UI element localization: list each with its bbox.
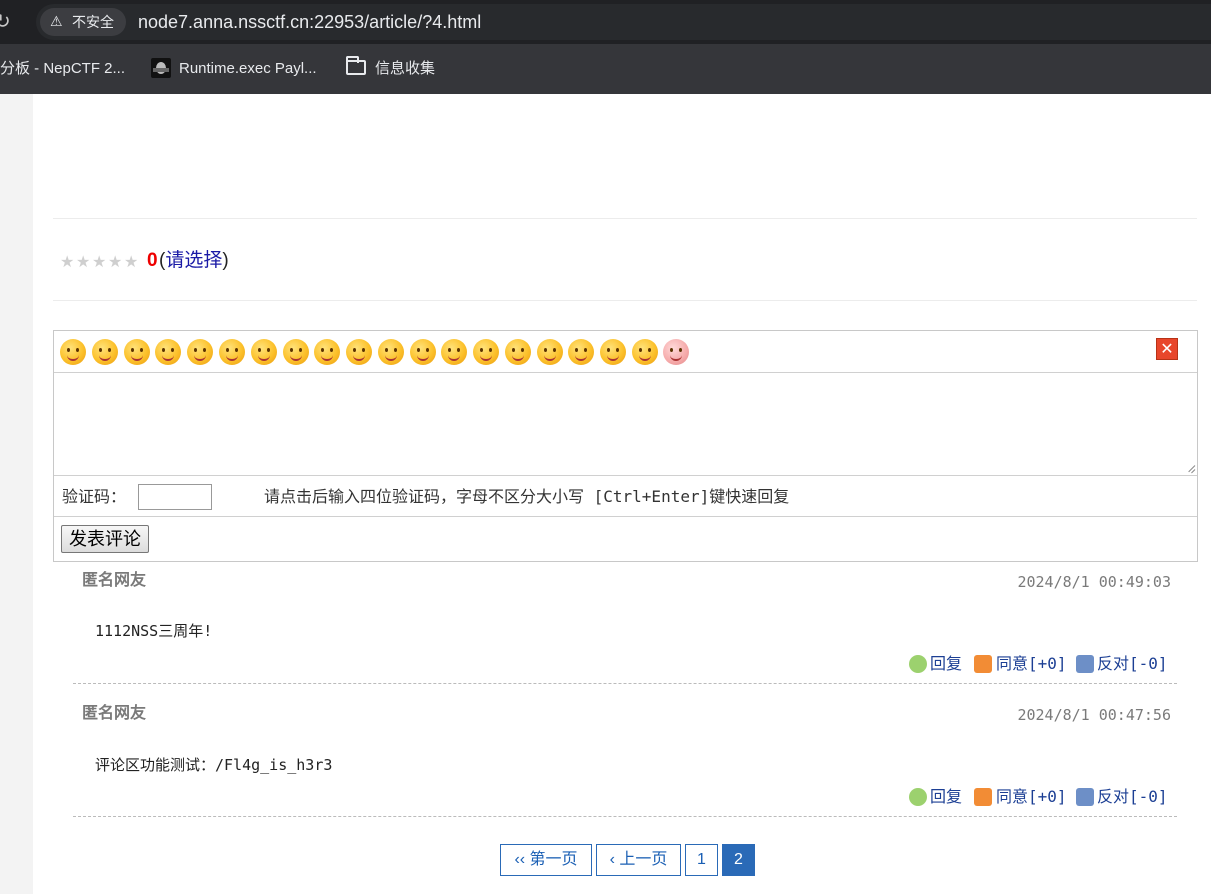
prev-page-button[interactable]: ‹ 上一页 [596,844,681,876]
comment-divider [73,816,1177,817]
bookmarks-bar: 分板 - NepCTF 2... Runtime.exec Payl... 信息… [0,44,1211,94]
reply-link[interactable]: 回复 [930,653,962,675]
emoji-smile-icon[interactable] [283,339,309,365]
emoji-shy-icon[interactable] [219,339,245,365]
reply-link[interactable]: 回复 [930,786,962,808]
emoji-angry-icon[interactable] [568,339,594,365]
comment-author: 匿名网友 [82,572,147,589]
rating-select: (请选择) [159,250,229,271]
star-icon[interactable]: ★ [92,254,108,270]
oppose-link[interactable]: 反对[-0] [1097,786,1168,808]
comment-textarea[interactable] [54,374,1197,476]
reply-icon[interactable] [909,788,927,806]
bookmark-folder-info[interactable]: 信息收集 [375,58,435,80]
resize-grip-icon[interactable] [1184,463,1194,473]
star-icon[interactable]: ★ [76,254,92,270]
bookmark-nepctf[interactable]: 分板 - NepCTF 2... [0,58,125,80]
emoji-confused-icon[interactable] [473,339,499,365]
captcha-input[interactable] [138,484,212,510]
captcha-hint: 请点击后输入四位验证码，字母不区分大小写 [Ctrl+Enter]键快速回复 [264,487,790,506]
emoji-shock-icon[interactable] [378,339,404,365]
star-icon[interactable]: ★ [108,254,124,270]
emoji-toolbar: ✕ [54,331,1197,373]
captcha-label: 验证码： [62,487,127,506]
comment-author: 匿名网友 [82,705,147,722]
emoji-hands-icon[interactable] [632,339,658,365]
bookmark-runtime-exec[interactable]: Runtime.exec Payl... [179,58,317,80]
comment-divider [73,683,1177,684]
oppose-link[interactable]: 反对[-0] [1097,653,1168,675]
emoji-cry-icon[interactable] [537,339,563,365]
comment-body: 1112NSS三周年! [95,622,213,640]
security-label: 不安全 [72,14,114,30]
emoji-surprised-icon[interactable] [410,339,436,365]
emoji-tongue-icon[interactable] [187,339,213,365]
thumbs-down-icon[interactable] [1076,788,1094,806]
thumbs-up-icon[interactable] [974,788,992,806]
emoji-grin-icon[interactable] [60,339,86,365]
emoji-mad-icon[interactable] [600,339,626,365]
comment-form: ✕ 验证码： 请点击后输入四位验证码，字母不区分大小写 [Ctrl+Enter]… [53,330,1198,562]
comment-actions: 回复 同意[+0] 反对[-0] [909,653,1169,675]
emoji-cool-icon[interactable] [314,339,340,365]
agree-link[interactable]: 同意[+0] [996,786,1067,808]
captcha-row: 验证码： 请点击后输入四位验证码，字母不区分大小写 [Ctrl+Enter]键快… [54,477,1197,517]
comment-actions: 回复 同意[+0] 反对[-0] [909,786,1169,808]
emoji-laugh-icon[interactable] [155,339,181,365]
thumbs-up-icon[interactable] [974,655,992,673]
star-icon[interactable]: ★ [60,254,76,270]
agree-link[interactable]: 同意[+0] [996,653,1067,675]
close-icon[interactable]: ✕ [1156,338,1178,360]
emoji-think-icon[interactable] [346,339,372,365]
divider [53,300,1197,301]
emoji-sweat-icon[interactable] [505,339,531,365]
page-1-button[interactable]: 1 [685,844,718,876]
comment-body: 评论区功能测试：/Fl4g_is_h3r3 [95,756,333,774]
comment-time: 2024/8/1 00:47:56 [1017,706,1171,724]
emoji-dizzy-icon[interactable] [441,339,467,365]
security-chip[interactable]: ⚠ 不安全 [40,8,126,36]
star-icon[interactable]: ★ [124,254,140,270]
comment-time: 2024/8/1 00:49:03 [1017,573,1171,591]
emoji-pig-icon[interactable] [663,339,689,365]
emoji-wink-icon[interactable] [251,339,277,365]
url-text[interactable]: node7.anna.nssctf.cn:22953/article/?4.ht… [138,10,481,34]
page-2-button[interactable]: 2 [722,844,755,876]
warning-icon: ⚠ [50,14,63,30]
rating-value: 0 [147,250,158,271]
emoji-hug-icon[interactable] [124,339,150,365]
first-page-button[interactable]: ‹‹ 第一页 [500,844,592,876]
emoji-love-icon[interactable] [92,339,118,365]
reload-icon[interactable]: ↻ [0,9,16,33]
thumbs-down-icon[interactable] [1076,655,1094,673]
folder-icon [346,56,366,75]
divider [53,218,1197,219]
rating-select-link[interactable]: 请选择 [165,250,222,271]
favicon-icon [151,58,171,78]
submit-comment-button[interactable]: 发表评论 [61,525,149,553]
reply-icon[interactable] [909,655,927,673]
